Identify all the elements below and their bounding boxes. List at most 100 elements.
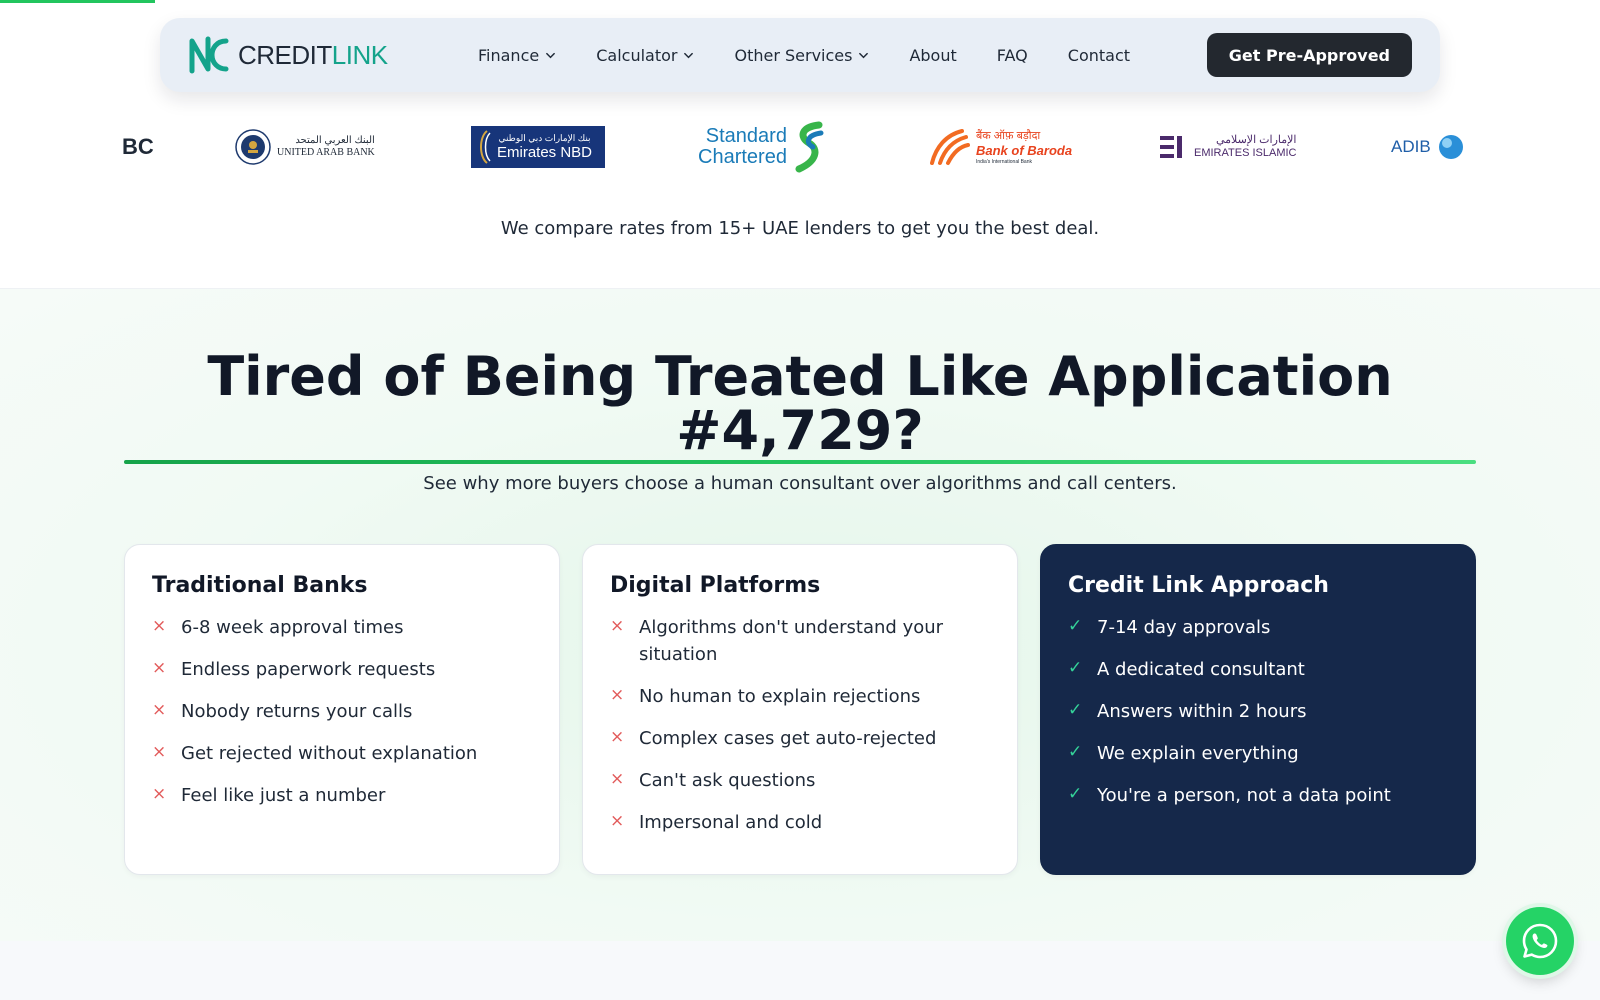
comparison-subtitle: See why more buyers choose a human consu… (423, 473, 1177, 494)
card-list: × 6-8 week approval times × Endless paperwo… (152, 614, 532, 809)
whatsapp-chat-button[interactable] (1506, 907, 1574, 975)
lenders-compare-text: We compare rates from 15+ UAE lenders to… (500, 218, 1100, 239)
bob-hindi-text: बैंक ऑफ़ बड़ौदा (976, 129, 1041, 142)
nav-item-other-services[interactable]: Other Services (714, 46, 889, 65)
bob-sun-icon (930, 129, 970, 165)
cross-icon: × (152, 616, 167, 636)
list-item: × 6-8 week approval times (152, 614, 532, 641)
creditlink-logo[interactable]: CREDITLINK (188, 35, 458, 75)
enbd-arabic-text: بنك الإمارات دبي الوطني (498, 133, 591, 143)
uab-english-text: UNITED ARAB BANK (277, 147, 375, 158)
logo-credit-text: CREDIT (238, 40, 332, 70)
nav-item-label: Calculator (596, 45, 678, 65)
nav-item-label: Finance (478, 45, 540, 65)
logo-wordmark: CREDITLINK (238, 42, 388, 68)
list-item-text: No human to explain rejections (639, 686, 921, 707)
cross-icon: × (152, 658, 167, 678)
list-item-text: Answers within 2 hours (1097, 701, 1307, 722)
lender-logo-standard-chartered: Standard Chartered (698, 112, 827, 182)
lender-logos-strip: BC البنك العربي المتحد UNITED ARAB BANK … (122, 112, 1478, 182)
ei-arabic-text: الإمارات الإسلامي (1215, 134, 1297, 146)
nav-item-finance[interactable]: Finance (458, 46, 576, 65)
list-item: × No human to explain rejections (610, 683, 990, 710)
sc-line2-text: Chartered (698, 146, 787, 168)
list-item: ✓ A dedicated consultant (1068, 656, 1448, 683)
list-item: × Nobody returns your calls (152, 698, 532, 725)
next-section-background (0, 941, 1600, 1000)
chevron-down-icon (684, 52, 694, 58)
list-item-text: Can't ask questions (639, 770, 816, 791)
nav-item-about[interactable]: About (889, 46, 976, 65)
check-icon: ✓ (1068, 742, 1083, 762)
sc-line1-text: Standard (705, 125, 787, 147)
get-pre-approved-button[interactable]: Get Pre-Approved (1206, 33, 1412, 77)
list-item: × Complex cases get auto-rejected (610, 725, 990, 752)
cross-icon: × (152, 742, 167, 762)
card-list: ✓ 7-14 day approvals ✓ A dedicated consulta… (1068, 614, 1448, 809)
bob-tagline-text: India's International Bank (976, 158, 1032, 165)
adib-text: ADIB (1391, 137, 1431, 156)
scroll-progress-bar (0, 0, 156, 3)
enbd-mark-icon (480, 130, 491, 164)
card-title: Digital Platforms (610, 573, 821, 598)
cross-icon: × (152, 700, 167, 720)
list-item: ✓ Answers within 2 hours (1068, 698, 1448, 725)
card-title: Traditional Banks (152, 573, 368, 598)
uab-arabic-text: البنك العربي المتحد (295, 135, 375, 146)
list-item: ✓ 7-14 day approvals (1068, 614, 1448, 641)
logo-link-text: LINK (331, 40, 388, 70)
card-credit-link-approach: Credit Link Approach ✓ 7-14 day approvals ✓… (1040, 544, 1476, 875)
list-item: × Can't ask questions (610, 767, 990, 794)
list-item: × Get rejected without explanation (152, 740, 532, 767)
creditlink-logo-icon (189, 36, 229, 74)
list-item-text: Algorithms don't understand your situati… (639, 617, 944, 665)
card-digital-platforms: Digital Platforms × Algorithms don't under… (582, 544, 1018, 875)
list-item-text: A dedicated consultant (1097, 659, 1305, 680)
cross-icon: × (610, 811, 625, 831)
nav-item-faq[interactable]: FAQ (977, 46, 1048, 65)
list-item-text: 6-8 week approval times (181, 617, 404, 638)
uab-seal-icon (235, 129, 271, 165)
comparison-title: Tired of Being Treated Like Application … (207, 345, 1393, 462)
main-nav: Finance Calculator Other Services About FAQ C… (458, 46, 1207, 65)
list-item-text: Get rejected without explanation (181, 743, 478, 764)
hsbc-text: BC (122, 134, 154, 159)
list-item-text: You're a person, not a data point (1097, 785, 1391, 806)
list-item: ✓ You're a person, not a data point (1068, 782, 1448, 809)
lender-logo-hsbc: BC (122, 112, 154, 182)
list-item-text: Endless paperwork requests (181, 659, 436, 680)
check-icon: ✓ (1068, 700, 1083, 720)
cross-icon: × (610, 616, 625, 636)
list-item: ✓ We explain everything (1068, 740, 1448, 767)
card-list: × Algorithms don't understand your situat… (610, 614, 990, 836)
list-item: × Impersonal and cold (610, 809, 990, 836)
card-title: Credit Link Approach (1068, 573, 1329, 598)
title-underline (124, 460, 1476, 464)
check-icon: ✓ (1068, 784, 1083, 804)
lender-logo-emirates-islamic: الإمارات الإسلامي EMIRATES ISLAMIC (1160, 112, 1296, 182)
list-item-text: Impersonal and cold (639, 812, 823, 833)
check-icon: ✓ (1068, 658, 1083, 678)
lender-logo-emirates-nbd: بنك الإمارات دبي الوطني Emirates NBD (471, 112, 605, 182)
nav-item-contact[interactable]: Contact (1048, 46, 1150, 65)
list-item: × Endless paperwork requests (152, 656, 532, 683)
nav-item-label: About (909, 45, 957, 65)
list-item-text: Nobody returns your calls (181, 701, 413, 722)
list-item-text: Complex cases get auto-rejected (639, 728, 937, 749)
check-icon: ✓ (1068, 616, 1083, 636)
site-header: CREDITLINK Finance Calculator Other Servic… (160, 18, 1440, 92)
card-traditional-banks: Traditional Banks × 6-8 week approval time… (124, 544, 560, 875)
chevron-down-icon (859, 52, 869, 58)
sc-swirl-icon (795, 121, 824, 173)
list-item-text: 7-14 day approvals (1097, 617, 1271, 638)
chevron-down-icon (546, 52, 556, 58)
whatsapp-icon (1522, 923, 1558, 959)
cross-icon: × (610, 727, 625, 747)
enbd-english-text: Emirates NBD (497, 144, 593, 161)
nav-item-calculator[interactable]: Calculator (576, 46, 714, 65)
nav-item-label: Other Services (734, 45, 853, 65)
lender-logo-united-arab-bank: البنك العربي المتحد UNITED ARAB BANK (235, 112, 375, 182)
lender-logo-adib: ADIB (1391, 112, 1465, 182)
nav-item-label: Contact (1067, 45, 1131, 65)
bob-english-text: Bank of Baroda (976, 142, 1073, 158)
